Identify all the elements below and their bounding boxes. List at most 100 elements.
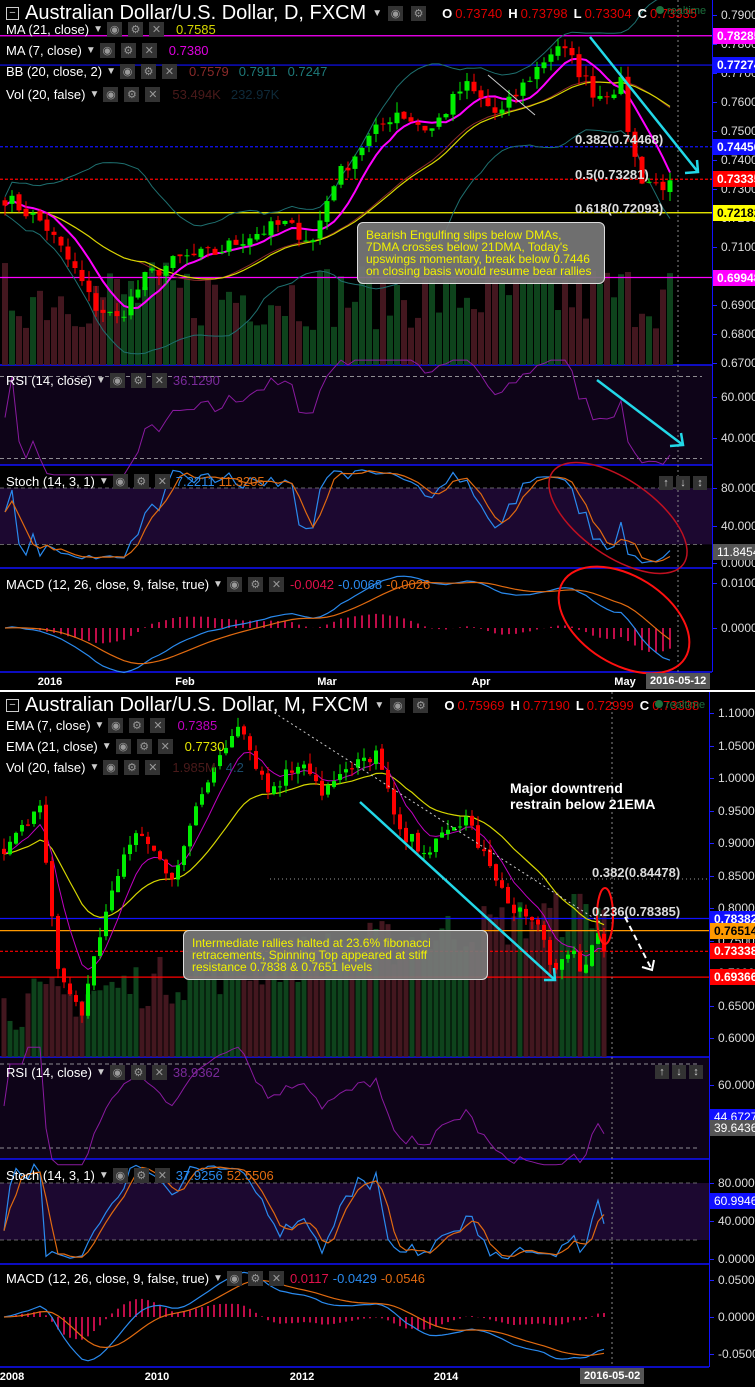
- close-icon[interactable]: ✕: [149, 22, 164, 37]
- chevron-down-icon: ▼: [106, 66, 117, 77]
- volume-bar: [226, 291, 232, 365]
- candle-body: [572, 950, 576, 955]
- time-axis-label: 2010: [144, 1371, 170, 1383]
- candle-body: [458, 826, 462, 828]
- volume-bar: [646, 316, 652, 365]
- volume-bar: [289, 285, 295, 365]
- price-tick-label: 0.90000: [709, 836, 755, 850]
- close-icon: ✕: [268, 1271, 284, 1286]
- candle-body: [236, 726, 240, 737]
- monthly-chart[interactable]: − Australian Dollar/U.S. Dollar, M, FXCM…: [0, 690, 755, 1385]
- price-axis[interactable]: 1.10000 1.05000 1.00000 0.95000 0.90000 0.850…: [709, 692, 755, 1367]
- volume-bar: [331, 326, 337, 365]
- volume-bar: [121, 975, 127, 1057]
- candle-body: [164, 859, 168, 874]
- eye-icon[interactable]: ◉: [108, 718, 124, 733]
- candle-body: [80, 1002, 84, 1016]
- volume-bar: [175, 992, 181, 1057]
- volume-bar: [401, 300, 407, 365]
- candle-body: [62, 968, 66, 983]
- gear-icon[interactable]: ⚙: [128, 22, 143, 37]
- close-icon[interactable]: ✕: [150, 718, 166, 733]
- gear-icon[interactable]: ⚙: [129, 718, 145, 733]
- eye-icon[interactable]: ◉: [120, 64, 136, 79]
- close-icon[interactable]: ✕: [145, 87, 161, 102]
- candle-body: [464, 81, 470, 91]
- candle-body: [260, 770, 264, 775]
- volume-bar: [529, 921, 535, 1057]
- price-tick-label: 1.00000: [709, 771, 755, 785]
- fib-label: 0.382(0.84478): [592, 864, 681, 880]
- fib-label: 0.382(0.74468): [575, 132, 664, 148]
- volume-bar: [169, 1003, 175, 1057]
- chevron-down-icon[interactable]: ▼: [374, 700, 384, 711]
- collapse-icon[interactable]: −: [6, 7, 19, 20]
- symbol-title[interactable]: Australian Dollar/U.S. Dollar, M, FXCM: [25, 694, 368, 717]
- eye-icon[interactable]: ◉: [388, 6, 404, 21]
- daily-chart[interactable]: − Australian Dollar/U.S. Dollar, D, FXCM…: [0, 0, 755, 690]
- candle-body: [352, 156, 358, 169]
- gear-icon[interactable]: ⚙: [411, 6, 427, 21]
- candle-body: [128, 844, 132, 855]
- price-tick-label: 1.05000: [709, 739, 755, 753]
- candle-body: [320, 780, 324, 796]
- volume-bar: [65, 314, 71, 365]
- volume-bar: [2, 263, 8, 365]
- price-axis[interactable]: 0.790000.780000.770000.760000.750000.740…: [712, 0, 755, 672]
- candle-body: [408, 117, 414, 122]
- eye-icon[interactable]: ◉: [390, 698, 406, 713]
- candle-body: [332, 781, 336, 787]
- time-axis-label: Apr: [471, 676, 491, 688]
- eye-icon[interactable]: ◉: [103, 87, 119, 102]
- chevron-down-icon[interactable]: ▼: [372, 8, 382, 19]
- candle-body: [266, 773, 270, 793]
- eye-icon: ◉: [112, 474, 128, 489]
- candle-body: [110, 890, 114, 911]
- time-axis-label: 2014: [433, 1371, 459, 1383]
- volume-bar: [7, 1020, 13, 1057]
- candle-body: [527, 80, 533, 82]
- volume-bar: [487, 914, 493, 1057]
- gear-icon[interactable]: ⚙: [136, 739, 152, 754]
- fib-label: 0.5(0.73281): [575, 166, 649, 182]
- stoch-tick-label: 40.0000: [712, 519, 755, 533]
- candle-body: [177, 254, 183, 257]
- resize-icon: ↕: [693, 476, 707, 490]
- panel-move-buttons[interactable]: ↑ ↓ ↕: [655, 1065, 703, 1079]
- volume-bar: [157, 956, 163, 1057]
- time-axis-label: 2012: [289, 1371, 315, 1383]
- eye-icon[interactable]: ◉: [115, 739, 131, 754]
- arrow-down-icon: ↓: [672, 1065, 686, 1079]
- candle-body: [471, 81, 477, 92]
- volume-bar: [73, 1016, 79, 1057]
- macd-signal-line: [4, 581, 671, 665]
- gear-icon[interactable]: ⚙: [120, 43, 136, 58]
- indicator-value: 232.97K: [230, 87, 280, 102]
- eye-icon[interactable]: ◉: [99, 43, 115, 58]
- gear-icon[interactable]: ⚙: [413, 698, 429, 713]
- candle-body: [30, 212, 36, 215]
- indicator-value: 4.2: [225, 760, 244, 775]
- candle-body: [646, 181, 652, 183]
- gear-icon[interactable]: ⚙: [124, 760, 140, 775]
- collapse-icon[interactable]: −: [6, 699, 19, 712]
- candle-body: [268, 221, 274, 236]
- candle-body: [116, 876, 120, 893]
- candle-body: [135, 289, 141, 298]
- eye-icon[interactable]: ◉: [107, 22, 122, 37]
- close-icon[interactable]: ✕: [141, 43, 157, 58]
- candle-body: [184, 255, 190, 257]
- gear-icon[interactable]: ⚙: [141, 64, 157, 79]
- volume-bar: [191, 318, 197, 365]
- chevron-down-icon: ▼: [93, 24, 103, 35]
- volume-bar: [569, 307, 575, 365]
- close-icon[interactable]: ✕: [145, 760, 161, 775]
- eye-icon: ◉: [226, 577, 242, 592]
- panel-move-buttons[interactable]: ↑ ↓ ↕: [659, 476, 707, 490]
- close-icon[interactable]: ✕: [162, 64, 178, 79]
- close-icon[interactable]: ✕: [157, 739, 173, 754]
- gear-icon[interactable]: ⚙: [124, 87, 140, 102]
- eye-icon[interactable]: ◉: [103, 760, 119, 775]
- candle-body: [368, 758, 372, 763]
- eye-icon: ◉: [109, 1065, 125, 1080]
